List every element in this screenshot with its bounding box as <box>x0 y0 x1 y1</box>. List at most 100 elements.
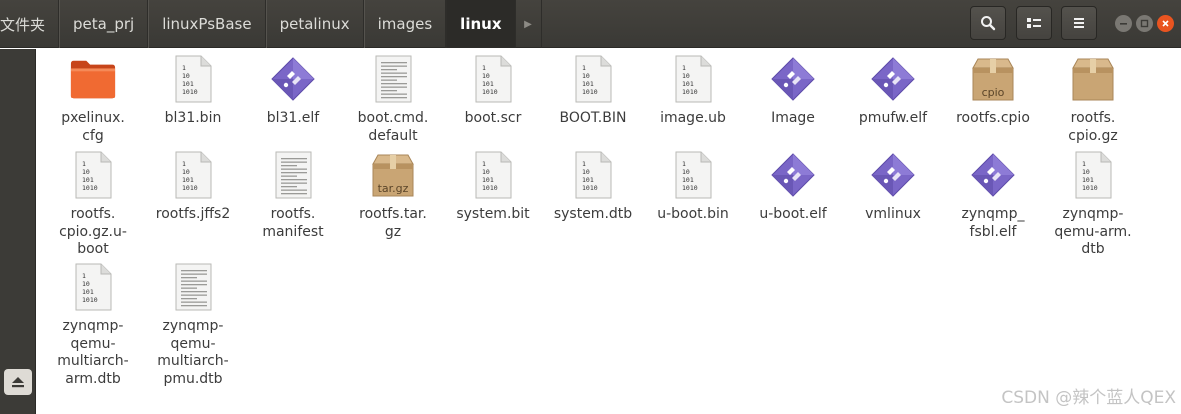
svg-text:10: 10 <box>182 72 190 80</box>
text-file-icon <box>169 263 217 311</box>
executable-file-icon <box>769 151 817 199</box>
file-name-label: rootfs.cpio <box>956 110 1030 126</box>
eject-button[interactable] <box>4 369 32 395</box>
file-name-label: bl31.bin <box>164 110 222 126</box>
view-toggle-button[interactable] <box>1016 6 1052 40</box>
file-item[interactable]: 1 10 101 1010 bl31.bin <box>143 55 243 128</box>
file-item[interactable]: pxelinux. cfg <box>43 55 143 145</box>
file-grid: pxelinux. cfg 1 10 101 1010 bl31.bin bl31.elf bo… <box>37 49 1181 414</box>
svg-text:101: 101 <box>582 176 594 184</box>
list-view-icon <box>1027 18 1041 28</box>
file-item[interactable]: rootfs. cpio.gz <box>1043 55 1143 145</box>
binary-file-icon: 1 10 101 1010 <box>69 151 117 199</box>
svg-text:101: 101 <box>682 176 694 184</box>
svg-text:101: 101 <box>1082 176 1094 184</box>
search-icon <box>981 16 996 31</box>
file-item[interactable]: zynqmp-qemu-multiarch-pmu.dtb <box>143 263 243 388</box>
svg-text:1010: 1010 <box>682 184 698 192</box>
svg-text:1: 1 <box>682 64 686 72</box>
file-name-label: bl31.elf <box>266 110 320 126</box>
svg-text:10: 10 <box>182 168 190 176</box>
file-item[interactable]: pmufw.elf <box>843 55 943 128</box>
file-name-label: rootfs. manifest <box>262 206 324 240</box>
file-item[interactable]: boot.cmd. default <box>343 55 443 145</box>
file-item[interactable]: 1 10 101 1010 system.bit <box>443 151 543 224</box>
breadcrumb-item-linux[interactable]: linux <box>446 0 516 48</box>
svg-text:10: 10 <box>1082 168 1090 176</box>
svg-text:10: 10 <box>582 168 590 176</box>
svg-text:1010: 1010 <box>482 88 498 96</box>
file-item[interactable]: Image <box>743 55 843 128</box>
svg-text:10: 10 <box>82 168 90 176</box>
binary-file-icon: 1 10 101 1010 <box>1069 151 1117 199</box>
file-item[interactable]: 1 10 101 1010 zynqmp-qemu-arm. dtb <box>1043 151 1143 259</box>
svg-text:101: 101 <box>482 80 494 88</box>
binary-file-icon: 1 10 101 1010 <box>669 151 717 199</box>
svg-text:101: 101 <box>82 288 94 296</box>
file-item[interactable]: 1 10 101 1010 BOOT.BIN <box>543 55 643 128</box>
svg-text:1: 1 <box>82 272 86 280</box>
minimize-button[interactable] <box>1115 15 1132 32</box>
svg-text:101: 101 <box>682 80 694 88</box>
svg-text:1: 1 <box>582 160 586 168</box>
binary-file-icon: 1 10 101 1010 <box>69 263 117 311</box>
svg-text:1: 1 <box>182 160 186 168</box>
svg-text:1010: 1010 <box>1082 184 1098 192</box>
file-item[interactable]: rootfs. manifest <box>243 151 343 241</box>
search-button[interactable] <box>970 6 1006 40</box>
svg-text:1: 1 <box>482 64 486 72</box>
file-item[interactable]: vmlinux <box>843 151 943 224</box>
svg-text:1: 1 <box>1082 160 1086 168</box>
svg-text:101: 101 <box>82 176 94 184</box>
hamburger-menu-icon <box>1074 18 1084 28</box>
svg-text:1010: 1010 <box>82 184 98 192</box>
svg-text:1010: 1010 <box>182 88 198 96</box>
file-name-label: boot.cmd. default <box>357 110 429 144</box>
file-item[interactable]: 1 10 101 1010 zynqmp-qemu-multiarch-arm.dtb <box>43 263 143 388</box>
breadcrumb-forward-arrow[interactable]: ▶ <box>516 0 542 48</box>
file-item[interactable]: cpio rootfs.cpio <box>943 55 1043 128</box>
file-item[interactable]: 1 10 101 1010 image.ub <box>643 55 743 128</box>
maximize-button[interactable] <box>1136 15 1153 32</box>
eject-icon <box>12 376 24 387</box>
binary-file-icon: 1 10 101 1010 <box>569 151 617 199</box>
file-item[interactable]: 1 10 101 1010 rootfs. cpio.gz.u-boot <box>43 151 143 259</box>
archive-file-icon: cpio <box>969 55 1017 103</box>
file-item[interactable]: tar.gz rootfs.tar. gz <box>343 151 443 241</box>
file-name-label: rootfs. cpio.gz <box>1068 110 1118 144</box>
binary-file-icon: 1 10 101 1010 <box>569 55 617 103</box>
svg-text:1010: 1010 <box>82 296 98 304</box>
svg-text:1010: 1010 <box>182 184 198 192</box>
breadcrumb-item-linuxpsbase[interactable]: linuxPsBase <box>148 0 266 48</box>
svg-text:tar.gz: tar.gz <box>378 182 409 195</box>
file-name-label: rootfs. cpio.gz.u-boot <box>59 206 127 257</box>
svg-text:101: 101 <box>482 176 494 184</box>
svg-text:1010: 1010 <box>582 184 598 192</box>
svg-text:1: 1 <box>582 64 586 72</box>
file-name-label: zynqmp-qemu-multiarch-arm.dtb <box>57 318 129 387</box>
archive-file-icon <box>1069 55 1117 103</box>
file-item[interactable]: 1 10 101 1010 system.dtb <box>543 151 643 224</box>
file-item[interactable]: zynqmp_ fsbl.elf <box>943 151 1043 241</box>
text-file-icon <box>269 151 317 199</box>
breadcrumb-item-peta-prj[interactable]: peta_prj <box>59 0 149 48</box>
svg-text:10: 10 <box>482 168 490 176</box>
executable-file-icon <box>869 55 917 103</box>
svg-text:10: 10 <box>682 168 690 176</box>
file-item[interactable]: bl31.elf <box>243 55 343 128</box>
svg-text:101: 101 <box>182 176 194 184</box>
file-name-label: pmufw.elf <box>858 110 928 126</box>
breadcrumb-item-petalinux[interactable]: petalinux <box>265 0 364 48</box>
file-item[interactable]: 1 10 101 1010 rootfs.jffs2 <box>143 151 243 224</box>
file-name-label: pxelinux. cfg <box>61 110 125 144</box>
file-name-label: vmlinux <box>865 206 921 222</box>
file-item[interactable]: u-boot.elf <box>743 151 843 224</box>
file-item[interactable]: 1 10 101 1010 boot.scr <box>443 55 543 128</box>
file-item[interactable]: 1 10 101 1010 u-boot.bin <box>643 151 743 224</box>
file-name-label: boot.scr <box>464 110 522 126</box>
breadcrumb-item-folder[interactable]: 文件夹 <box>0 0 60 48</box>
menu-button[interactable] <box>1061 6 1097 40</box>
breadcrumb-item-images[interactable]: images <box>363 0 447 48</box>
binary-file-icon: 1 10 101 1010 <box>469 55 517 103</box>
close-button[interactable] <box>1157 15 1174 32</box>
